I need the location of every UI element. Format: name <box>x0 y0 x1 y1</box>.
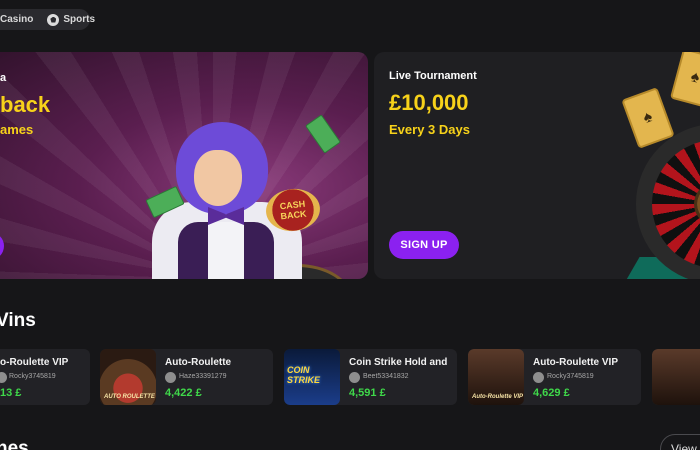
auto-roulette-vip-thumbnail <box>652 349 700 405</box>
win-card[interactable]: Auto-Roulette VIP Auto-Roulette VIP Rock… <box>468 349 641 405</box>
auto-roulette-vip-thumbnail: Auto-Roulette VIP <box>468 349 524 405</box>
avatar <box>533 372 544 383</box>
win-game-name: Auto-Roulette <box>165 357 232 368</box>
wins-heading: Vins <box>0 310 36 331</box>
win-card[interactable] <box>652 349 700 405</box>
win-username: Haze33391279 <box>179 373 227 380</box>
win-game-name: Auto-Roulette VIP <box>533 357 618 368</box>
win-amount: 4,591 £ <box>349 387 386 399</box>
roulette-wheel-icon <box>636 124 700 279</box>
win-card[interactable]: COIN STRIKE Coin Strike Hold and Beet533… <box>284 349 457 405</box>
avatar <box>349 372 360 383</box>
win-card[interactable]: o-Roulette VIP Rocky3745819 13 £ <box>0 349 90 405</box>
win-game-name: Coin Strike Hold and <box>349 357 448 368</box>
view-all-button[interactable]: View <box>660 434 700 450</box>
win-amount: 4,422 £ <box>165 387 202 399</box>
sign-up-button[interactable]: SIGN UP <box>389 231 459 259</box>
avatar <box>0 372 7 383</box>
football-icon <box>47 13 60 26</box>
product-switcher: Casino Sports <box>0 9 95 30</box>
sports-tab[interactable]: Sports <box>47 13 95 26</box>
coin-strike-thumbnail: COIN STRIKE <box>284 349 340 405</box>
tournament-prize: £10,000 <box>389 90 469 115</box>
tournament-frequency: Every 3 Days <box>389 122 470 137</box>
tournament-eyebrow: Live Tournament <box>389 70 477 82</box>
win-amount: 13 £ <box>0 387 22 399</box>
win-username: Beet53341832 <box>363 373 409 380</box>
tournament-promo-card[interactable]: Live Tournament £10,000 Every 3 Days SIG… <box>374 52 700 279</box>
cashback-promo-card[interactable]: a back ames CASH BACK <box>0 52 368 279</box>
croupier-face <box>194 150 242 206</box>
avatar <box>165 372 176 383</box>
promo-eyebrow: a <box>0 72 7 84</box>
casino-home: Casino Sports a back ames CASH BACK Live… <box>0 0 700 450</box>
win-card[interactable]: AUTO ROULETTE Auto-Roulette Haze33391279… <box>100 349 273 405</box>
promo-subtitle: ames <box>0 122 34 137</box>
win-username: Rocky3745819 <box>547 373 594 380</box>
win-game-name: o-Roulette VIP <box>0 357 69 368</box>
spade-card-icon: ♠ <box>669 52 700 109</box>
win-username: Rocky3745819 <box>9 373 56 380</box>
croupier-shirt <box>208 222 244 279</box>
promo-title: back <box>0 92 51 117</box>
win-amount: 4,629 £ <box>533 387 570 399</box>
casino-tab[interactable]: Casino <box>0 14 33 25</box>
games-heading: nes <box>0 438 29 450</box>
auto-roulette-thumbnail: AUTO ROULETTE <box>100 349 156 405</box>
